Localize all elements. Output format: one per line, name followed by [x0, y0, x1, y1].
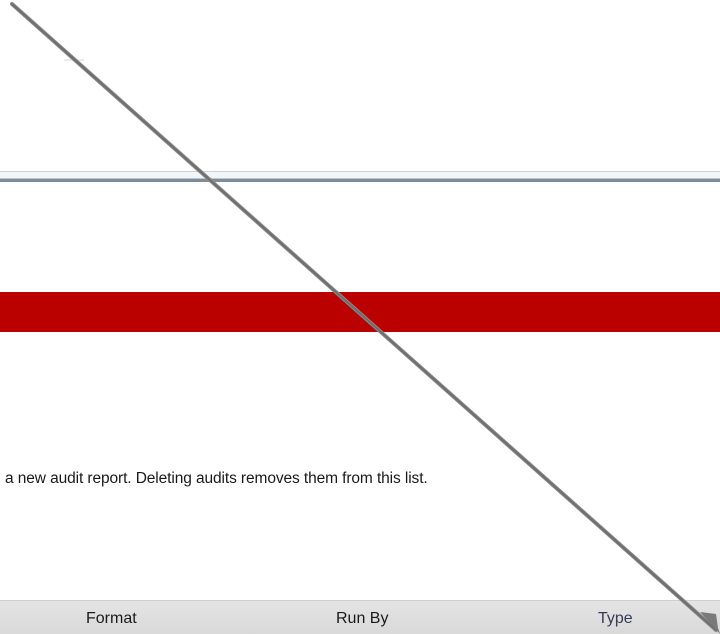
column-header-format[interactable]: Format — [86, 610, 137, 628]
audit-info-text: a new audit report. Deleting audits remo… — [5, 470, 428, 487]
audit-table-header: Format Run By Type — [0, 600, 720, 634]
column-header-run-by[interactable]: Run By — [336, 610, 388, 628]
page-header-banner — [0, 292, 720, 332]
audit-page: a new audit report. Deleting audits remo… — [0, 0, 720, 634]
column-header-type[interactable]: Type — [598, 610, 633, 628]
section-divider — [0, 171, 720, 183]
tab-edge-highlight — [64, 59, 84, 61]
